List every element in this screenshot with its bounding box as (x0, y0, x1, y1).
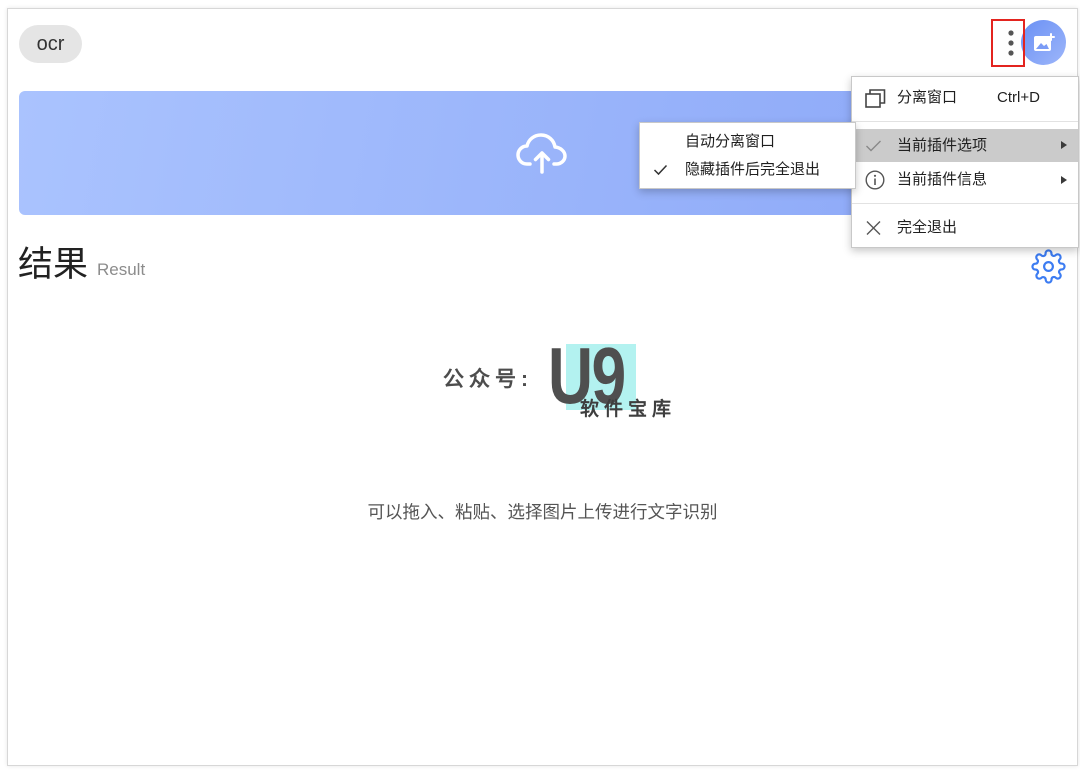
submenu-item-label: 自动分离窗口 (685, 133, 776, 150)
submenu-item-auto-detach[interactable]: 自动分离窗口 (640, 127, 855, 157)
menu-item-label: 当前插件信息 (897, 171, 988, 188)
cloud-upload-icon (516, 133, 567, 174)
menu-item-plugin-options[interactable]: 当前插件选项 (852, 129, 1078, 162)
watermark-tagline: 软件宝库 (580, 399, 677, 420)
menu-item-label: 当前插件选项 (897, 136, 988, 154)
more-vertical-icon (1008, 30, 1014, 56)
submenu-item-quit-on-hide[interactable]: 隐藏插件后完全退出 (640, 155, 855, 185)
result-subtitle: Result (97, 260, 146, 279)
more-menu-button[interactable] (1001, 22, 1021, 64)
detach-window-icon (865, 88, 886, 108)
submenu-item-label: 隐藏插件后完全退出 (685, 161, 821, 178)
plugin-options-submenu: 自动分离窗口 隐藏插件后完全退出 (639, 122, 856, 189)
menu-item-detach-window[interactable]: 分离窗口 Ctrl+D (852, 80, 1078, 116)
menu-item-quit[interactable]: 完全退出 (852, 210, 1078, 245)
menu-item-shortcut: Ctrl+D (997, 89, 1040, 106)
close-icon (865, 219, 882, 236)
context-menu: 分离窗口 Ctrl+D 当前插件选项 当前插件信息 完全退出 (851, 76, 1079, 248)
result-placeholder: 可以拖入、粘贴、选择图片上传进行文字识别 (367, 502, 718, 522)
result-title: 结果 (18, 245, 89, 284)
submenu-arrow-icon (1061, 175, 1067, 184)
check-icon (653, 164, 668, 176)
menu-separator (852, 203, 1078, 204)
menu-item-label: 分离窗口 (897, 89, 958, 106)
menu-item-label: 完全退出 (897, 218, 958, 236)
menu-separator (852, 121, 1078, 122)
submenu-arrow-icon (1061, 141, 1067, 149)
watermark-prefix: 公众号: (443, 368, 533, 391)
info-icon (865, 170, 885, 190)
gear-icon[interactable] (1031, 249, 1066, 284)
menu-item-plugin-info[interactable]: 当前插件信息 (852, 163, 1078, 197)
avatar[interactable] (1021, 20, 1066, 65)
plugin-tag[interactable]: ocr (19, 25, 82, 63)
check-icon (865, 139, 882, 152)
image-icon (1033, 32, 1055, 51)
